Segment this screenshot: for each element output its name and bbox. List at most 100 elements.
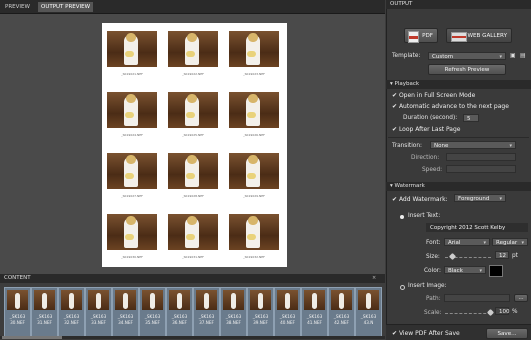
color-swatch[interactable] — [489, 265, 503, 277]
filmstrip-item-ext: 36.NEF — [172, 320, 187, 325]
path-field[interactable] — [444, 294, 510, 302]
loop-checkbox-label: Loop After Last Page — [398, 126, 461, 133]
preview-thumbnail-caption: _SK19028.NEF — [182, 194, 204, 198]
preview-thumbnail — [107, 153, 157, 189]
watermark-text-field[interactable]: Copyright 2012 Scott Kelby — [426, 223, 528, 232]
filmstrip-item-name: _SK163 — [9, 314, 26, 319]
filmstrip-item[interactable]: _SK163 31.NEF — [31, 287, 58, 339]
output-panel-header: OUTPUT — [386, 0, 531, 9]
save-button[interactable]: Save... — [486, 328, 528, 339]
preview-thumbnail-caption: _SK19026.NEF — [243, 133, 265, 137]
filmstrip-item[interactable]: _SK163 36.NEF — [166, 287, 193, 339]
chevron-down-icon: ▾ — [499, 54, 502, 60]
tab-output-preview[interactable]: OUTPUT PREVIEW — [38, 2, 94, 12]
filmstrip-item-ext: 35.NEF — [145, 320, 160, 325]
font-style-select[interactable]: Regular ▾ — [492, 238, 528, 246]
filmstrip-item[interactable]: _SK163 38.NEF — [220, 287, 247, 339]
preview-thumbnail — [229, 31, 279, 67]
view-pdf-label: View PDF After Save — [398, 330, 460, 337]
playback-section-header[interactable]: ▾ Playback — [386, 80, 531, 89]
chevron-down-icon: ▾ — [483, 240, 486, 246]
insert-image-radio[interactable] — [400, 285, 405, 290]
web-gallery-icon — [451, 32, 467, 42]
filmstrip-item-ext: 42.NEF — [334, 320, 349, 325]
font-style-value: Regular — [496, 240, 518, 246]
refresh-preview-button[interactable]: Refresh Preview — [428, 64, 506, 75]
filmstrip-item-name: _SK163 — [36, 314, 53, 319]
filmstrip-item[interactable]: _SK163 40.NEF — [274, 287, 301, 339]
transition-label: Transition: — [392, 143, 422, 149]
watermark-section-header[interactable]: ▾ Watermark — [386, 182, 531, 191]
delete-template-icon[interactable]: ▤ — [520, 52, 526, 59]
fullscreen-checkbox[interactable]: ✔ Open in Full Screen Mode — [392, 92, 475, 99]
preview-thumbnail-caption: _SK19023.NEF — [243, 72, 265, 76]
filmstrip-item[interactable]: _SK163 39.NEF — [247, 287, 274, 339]
filmstrip-item[interactable]: _SK163 32.NEF — [58, 287, 85, 339]
scale-field[interactable]: 100 — [495, 307, 510, 315]
filmstrip-item[interactable]: _SK163 43.N — [355, 287, 382, 339]
divider — [388, 137, 529, 138]
add-watermark-checkbox[interactable]: ✔ Add Watermark: — [392, 196, 448, 203]
chevron-down-icon: ▾ — [521, 240, 524, 246]
filmstrip-item[interactable]: _SK163 37.NEF — [193, 287, 220, 339]
web-gallery-label: WEB GALLERY — [467, 33, 507, 39]
loop-checkbox[interactable]: ✔ Loop After Last Page — [392, 126, 460, 133]
filmstrip-item-name: _SK163 — [144, 314, 161, 319]
filmstrip-item-ext: 40.NEF — [280, 320, 295, 325]
filmstrip-item-ext: 31.NEF — [37, 320, 52, 325]
close-icon[interactable]: × — [372, 274, 376, 283]
insert-text-label: Insert Text: — [408, 213, 441, 219]
filmstrip-item[interactable]: _SK163 30.NEF — [4, 287, 31, 339]
preview-thumbnail-caption: _SK19030.NEF — [121, 255, 143, 259]
scale-slider[interactable] — [445, 313, 491, 315]
duration-field[interactable]: 5 — [463, 114, 479, 122]
filmstrip-item-name: _SK163 — [90, 314, 107, 319]
transition-select[interactable]: None ▾ — [430, 141, 516, 149]
color-select[interactable]: Black ▾ — [444, 266, 486, 274]
playback-section-title: Playback — [394, 81, 420, 87]
filmstrip-item[interactable]: _SK163 41.NEF — [301, 287, 328, 339]
chevron-down-icon: ▾ — [499, 196, 502, 202]
output-page-preview: _SK19021.NEF _SK19022.NEF _SK19023.NEF _SK1… — [102, 23, 287, 267]
transition-select-value: None — [434, 143, 449, 149]
tab-preview[interactable]: PREVIEW — [2, 2, 33, 12]
preview-thumbnail-caption: _SK19025.NEF — [182, 133, 204, 137]
watermark-position-select[interactable]: Foreground ▾ — [454, 194, 506, 202]
path-label: Path: — [426, 296, 441, 302]
filmstrip-item-name: _SK163 — [171, 314, 188, 319]
insert-text-radio[interactable] — [400, 215, 404, 219]
auto-advance-checkbox[interactable]: ✔ Automatic advance to the next page — [392, 103, 509, 110]
preview-tab-bar: PREVIEW OUTPUT PREVIEW — [0, 0, 385, 14]
direction-select[interactable] — [446, 153, 516, 161]
speed-select[interactable] — [446, 165, 516, 173]
pdf-button[interactable]: PDF — [404, 28, 438, 43]
filmstrip-item-name: _SK163 — [360, 314, 377, 319]
filmstrip-item[interactable]: _SK163 33.NEF — [85, 287, 112, 339]
browse-button[interactable]: ... — [514, 294, 528, 302]
preview-thumbnail-caption: _SK19032.NEF — [243, 255, 265, 259]
pdf-icon — [408, 31, 419, 43]
speed-label: Speed: — [422, 167, 443, 173]
filmstrip-item-name: _SK163 — [252, 314, 269, 319]
template-select[interactable]: Custom ▾ — [428, 52, 506, 60]
view-pdf-checkbox[interactable]: ✔ View PDF After Save — [392, 330, 460, 337]
size-field[interactable]: 12 — [495, 251, 509, 259]
save-template-icon[interactable]: ▣ — [510, 52, 516, 59]
filmstrip-item[interactable]: _SK163 35.NEF — [139, 287, 166, 339]
filmstrip-item-name: _SK163 — [333, 314, 350, 319]
insert-image-label: Insert Image: — [408, 283, 447, 289]
web-gallery-button[interactable]: WEB GALLERY — [446, 28, 512, 43]
filmstrip-item-name: _SK163 — [117, 314, 134, 319]
font-select[interactable]: Arial ▾ — [444, 238, 490, 246]
watermark-position-value: Foreground — [458, 196, 490, 202]
filmstrip-item[interactable]: _SK163 42.NEF — [328, 287, 355, 339]
font-label: Font: — [426, 240, 441, 246]
filmstrip-item-ext: 37.NEF — [199, 320, 214, 325]
filmstrip-item-name: _SK163 — [306, 314, 323, 319]
color-label: Color: — [424, 268, 441, 274]
size-label: Size: — [426, 254, 440, 260]
filmstrip-item[interactable]: _SK163 34.NEF — [112, 287, 139, 339]
preview-thumbnail — [107, 214, 157, 250]
content-panel-title: CONTENT — [4, 275, 31, 281]
content-panel-header — [0, 274, 385, 283]
